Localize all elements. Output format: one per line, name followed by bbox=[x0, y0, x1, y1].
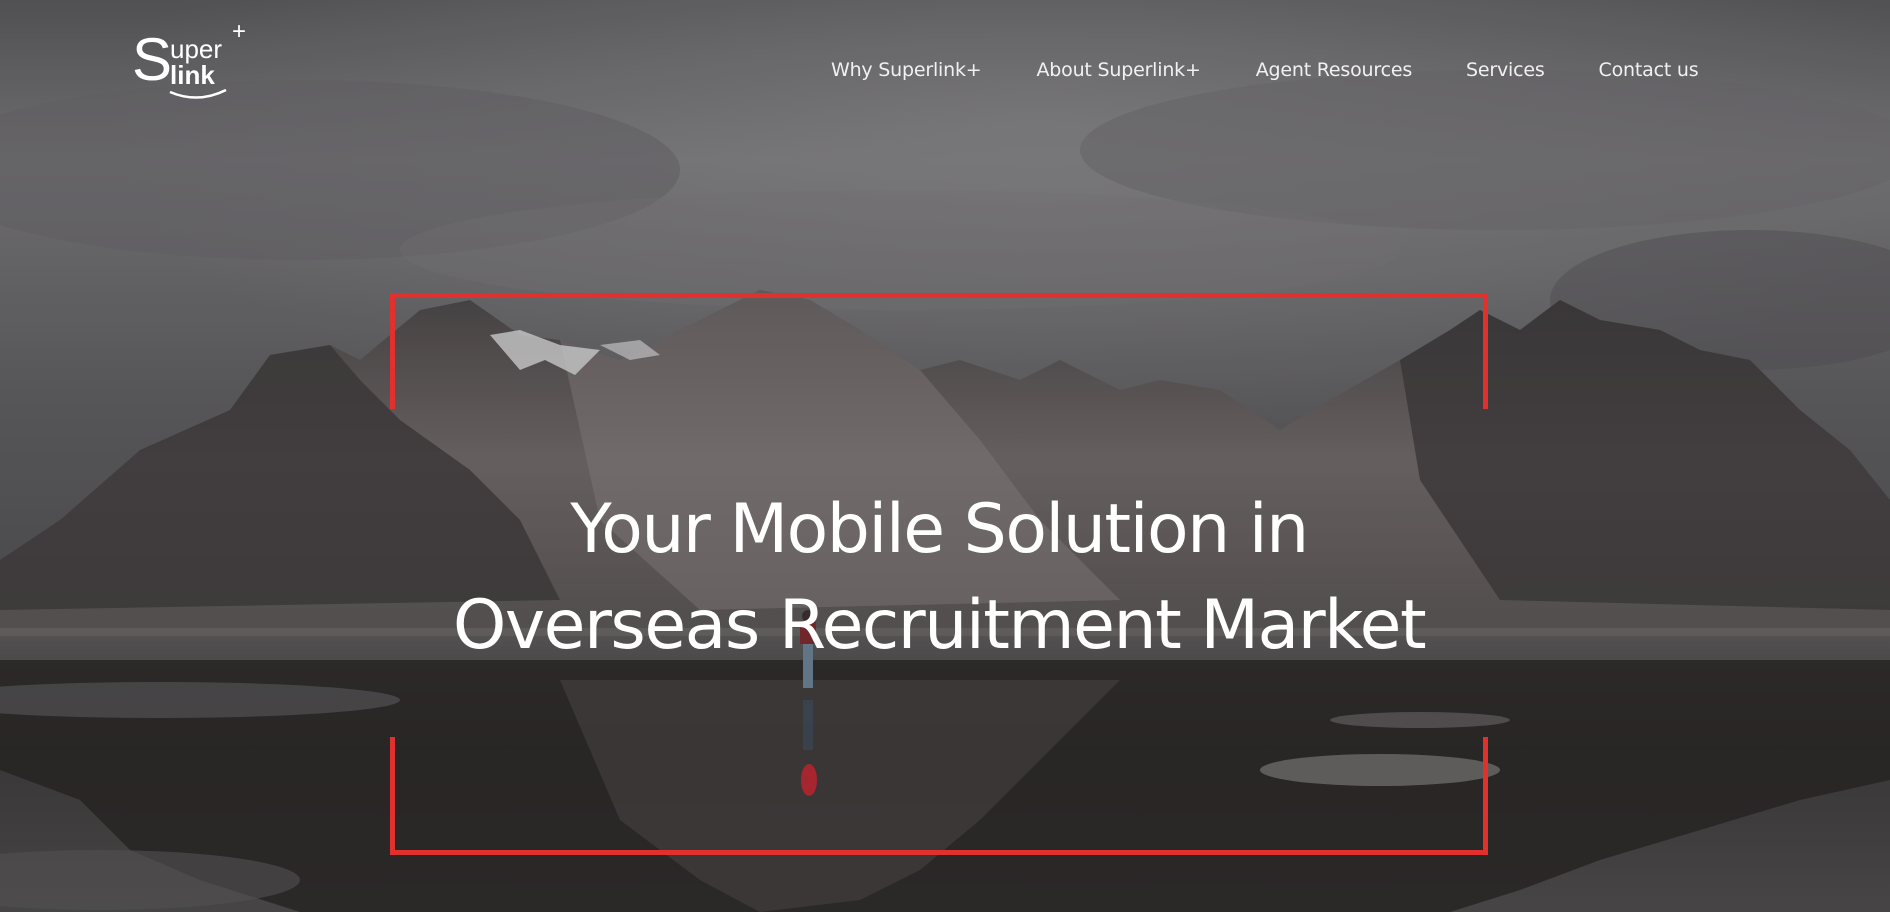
frame-bottom-edge bbox=[390, 850, 1488, 855]
nav-services[interactable]: Services bbox=[1466, 56, 1545, 84]
superlink-logo[interactable]: S uper link + bbox=[132, 20, 252, 104]
logo-text-bottom: link bbox=[170, 60, 215, 90]
frame-right-bottom-edge bbox=[1483, 737, 1488, 855]
hero-headline-line2: Overseas Recruitment Market bbox=[452, 586, 1427, 665]
logo-plus: + bbox=[232, 18, 247, 45]
nav-contact-us[interactable]: Contact us bbox=[1599, 56, 1699, 84]
frame-left-top-edge bbox=[390, 293, 395, 409]
logo-text-top: uper bbox=[170, 34, 223, 64]
frame-right-top-edge bbox=[1483, 293, 1488, 409]
logo-letter-s: S bbox=[132, 26, 173, 93]
nav-about-superlink[interactable]: About Superlink+ bbox=[1037, 56, 1201, 84]
logo-swoosh-icon bbox=[169, 88, 227, 99]
nav-agent-resources[interactable]: Agent Resources bbox=[1256, 56, 1413, 84]
nav-why-superlink[interactable]: Why Superlink+ bbox=[831, 56, 982, 84]
main-nav: Why Superlink+ About Superlink+ Agent Re… bbox=[831, 56, 1699, 84]
hero-headline: Your Mobile Solution in Overseas Recruit… bbox=[390, 482, 1488, 674]
frame-top-edge bbox=[390, 293, 1488, 298]
hero-section: S uper link + Why Superlink+ About Super… bbox=[0, 0, 1890, 912]
hero-headline-line1: Your Mobile Solution in bbox=[570, 490, 1309, 569]
frame-left-bottom-edge bbox=[390, 737, 395, 855]
